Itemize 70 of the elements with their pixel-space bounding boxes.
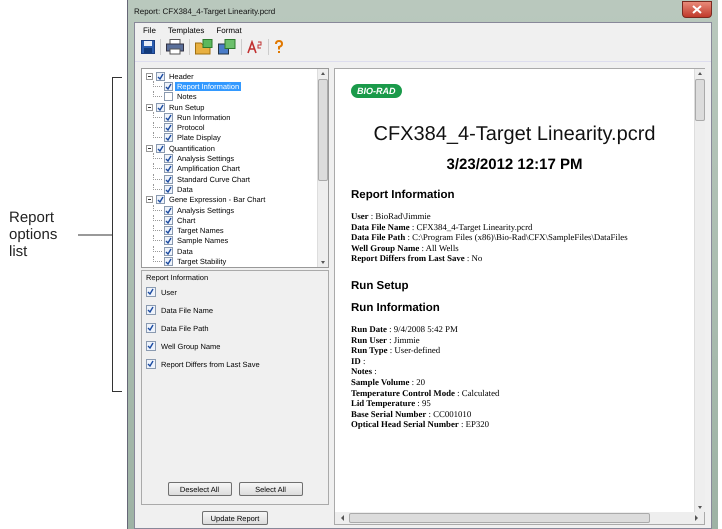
report-field: Data File Name : CFX384_4-Target Linearity.pcrd xyxy=(351,222,678,232)
report-field: Lid Temperature : 95 xyxy=(351,398,678,409)
checkbox[interactable] xyxy=(156,72,165,81)
scrollbar[interactable] xyxy=(317,69,328,267)
report-field: Sample Volume : 20 xyxy=(351,376,678,388)
report-field: Run Type : User-defined xyxy=(351,345,678,356)
report-field: User : BioRad\Jimmie xyxy=(351,211,678,222)
checkbox[interactable] xyxy=(146,323,156,333)
report-field: Notes : xyxy=(351,366,678,377)
save-icon[interactable] xyxy=(141,40,155,54)
checkbox[interactable] xyxy=(164,92,173,102)
report-field: Report Differs from Last Save : No xyxy=(351,253,678,264)
checkbox[interactable] xyxy=(156,144,165,153)
collapse-icon[interactable] xyxy=(146,144,154,152)
checkbox[interactable] xyxy=(164,216,173,225)
scroll-thumb[interactable] xyxy=(695,79,705,121)
checkbox[interactable] xyxy=(156,102,165,112)
menu-item[interactable]: File xyxy=(143,26,156,35)
checkbox[interactable] xyxy=(164,226,173,236)
checkbox[interactable] xyxy=(146,305,156,315)
report-field: Run User : Jimmie xyxy=(351,334,678,346)
checkbox[interactable] xyxy=(164,206,173,214)
checkbox[interactable] xyxy=(164,154,173,164)
printer-icon[interactable] xyxy=(166,39,184,55)
checkbox[interactable] xyxy=(164,256,173,266)
checkbox[interactable] xyxy=(146,341,156,351)
report-title: CFX384_4-Target Linearity.pcrd xyxy=(372,123,656,146)
checkbox[interactable] xyxy=(164,164,173,174)
scroll-right-icon[interactable] xyxy=(694,514,700,522)
menu-item[interactable]: Format xyxy=(216,26,242,35)
checkbox[interactable] xyxy=(146,287,156,297)
checkbox[interactable] xyxy=(164,184,173,194)
checkbox[interactable] xyxy=(164,236,173,246)
report-field: Well Group Name : All Wells xyxy=(351,242,678,254)
report-field: Temperature Control Mode : Calculated xyxy=(351,388,678,398)
menu-item[interactable]: Templates xyxy=(168,26,204,35)
subsection-heading: Run Information xyxy=(351,302,441,314)
report-field: Run Date : 9/4/2008 5:42 PM xyxy=(351,324,678,335)
checkbox[interactable] xyxy=(164,246,173,256)
report-field: Base Serial Number : CC001010 xyxy=(351,408,678,420)
folder-icon[interactable] xyxy=(195,39,213,55)
scroll-thumb[interactable] xyxy=(349,513,650,523)
checkbox[interactable] xyxy=(164,123,173,132)
document-icon[interactable] xyxy=(218,39,236,55)
report-field: ID : xyxy=(351,356,678,366)
leader-line xyxy=(78,234,112,236)
report-field: Optical Head Serial Number : EP320 xyxy=(351,419,678,430)
section-heading: Run Setup xyxy=(351,280,410,292)
window-title: Report: CFX384_4-Target Linearity.pcrd xyxy=(134,6,276,16)
report-field: Data File Path : C:\Program Files (x86)\Bio-Rad\CFX\SampleFiles\DataFiles xyxy=(351,232,678,243)
checkbox[interactable] xyxy=(164,174,173,184)
close-button[interactable] xyxy=(682,0,712,18)
close-icon xyxy=(692,4,702,14)
checkbox[interactable] xyxy=(156,195,165,204)
scroll-left-icon[interactable] xyxy=(339,514,345,522)
horizontal-scrollbar[interactable] xyxy=(335,512,704,524)
checkbox[interactable] xyxy=(164,133,173,142)
scroll-thumb[interactable] xyxy=(318,79,328,181)
checkbox[interactable] xyxy=(164,82,173,91)
help-icon[interactable] xyxy=(274,40,284,54)
checkbox[interactable] xyxy=(164,112,173,122)
collapse-icon[interactable] xyxy=(146,104,154,111)
callout-label: Report options list xyxy=(9,209,58,260)
report-date: 3/23/2012 12:17 PM xyxy=(446,156,584,173)
checkbox[interactable] xyxy=(146,359,156,369)
section-heading: Report Information xyxy=(351,189,456,201)
font-icon[interactable] xyxy=(247,40,263,54)
logo: BIO-RAD xyxy=(351,84,402,98)
collapse-icon[interactable] xyxy=(146,196,154,204)
collapse-icon[interactable] xyxy=(146,72,154,80)
